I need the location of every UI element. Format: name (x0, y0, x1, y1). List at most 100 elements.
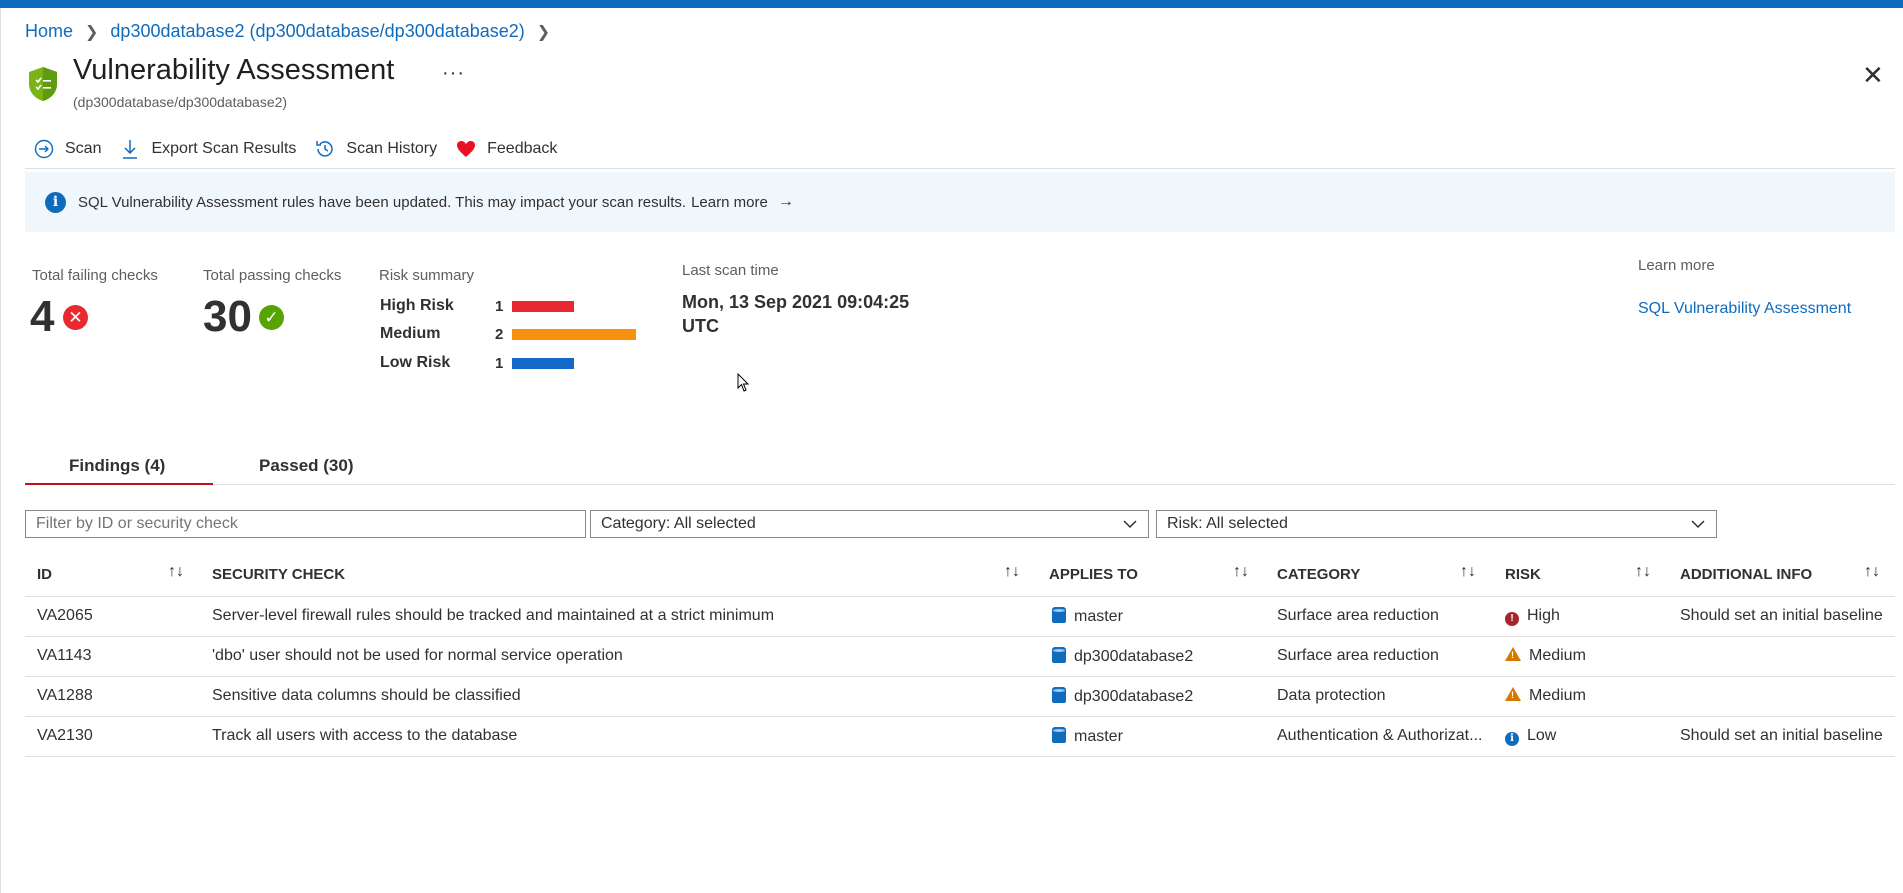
history-icon (314, 138, 336, 160)
category-filter-value: Category: All selected (601, 515, 756, 532)
filter-search-input[interactable] (25, 510, 586, 538)
sql-database-icon (1052, 647, 1066, 663)
feedback-button[interactable]: Feedback (455, 138, 557, 160)
banner-learn-more-link[interactable]: Learn more (691, 194, 768, 211)
feedback-label: Feedback (487, 140, 558, 157)
arrow-right-icon[interactable]: → (778, 193, 794, 211)
info-banner: i SQL Vulnerability Assessment rules hav… (25, 172, 1895, 232)
shield-check-icon (29, 67, 57, 101)
cell-security-check-text: 'dbo' user should not be used for normal… (212, 647, 623, 664)
risk-level-label: High Risk (380, 297, 454, 314)
sort-id-icon[interactable]: ↑↓ (168, 563, 184, 581)
cell-applies-to-text: dp300database2 (1074, 648, 1194, 665)
cell-id-text: VA2130 (37, 727, 93, 744)
tab-findings[interactable]: Findings (4) (25, 456, 213, 485)
failing-checks-count: 4 (30, 292, 55, 341)
cell-risk: ! High (1505, 607, 1560, 626)
cell-security-check: Sensitive data columns should be classif… (212, 687, 521, 705)
more-options-icon[interactable]: ··· (442, 62, 465, 85)
page-subtitle: (dp300database/dp300database2) (73, 94, 288, 110)
scan-label: Scan (65, 140, 102, 157)
last-scan-label: Last scan time (682, 262, 779, 279)
risk-summary-row: High Risk 1 (380, 295, 574, 317)
col-header-risk[interactable]: RISK (1505, 566, 1541, 583)
toolbar-divider (25, 168, 1895, 169)
banner-message: SQL Vulnerability Assessment rules have … (78, 193, 687, 211)
cell-security-check-text: Server-level firewall rules should be tr… (212, 607, 775, 624)
passing-checks-count: 30 (203, 292, 252, 341)
sort-applies-to-icon[interactable]: ↑↓ (1233, 563, 1249, 581)
error-x-icon: ✕ (63, 305, 88, 330)
category-filter-dropdown[interactable]: Category: All selected (590, 510, 1149, 538)
export-label: Export Scan Results (151, 140, 297, 157)
col-header-additional-info[interactable]: ADDITIONAL INFO (1680, 566, 1812, 583)
cell-applies-to-text: master (1074, 728, 1123, 745)
warning-icon: ! (1505, 647, 1521, 661)
cell-risk-text: Low (1527, 727, 1557, 744)
sort-risk-icon[interactable]: ↑↓ (1635, 563, 1651, 581)
cell-category-text: Authentication & Authorizat... (1277, 727, 1483, 744)
cell-additional-info-text: Should set an initial baseline (1680, 607, 1883, 624)
sort-category-icon[interactable]: ↑↓ (1460, 563, 1476, 581)
last-scan-time: Mon, 13 Sep 2021 09:04:25 UTC (682, 292, 910, 336)
warning-icon: ! (1505, 687, 1521, 701)
page-title: Vulnerability Assessment (73, 54, 395, 86)
cell-category: Data protection (1277, 687, 1386, 705)
cell-applies-to-text: dp300database2 (1074, 688, 1194, 705)
result-tabs: Findings (4) Passed (30) (25, 456, 1895, 485)
col-header-applies-to[interactable]: APPLIES TO (1049, 566, 1138, 583)
passing-checks-label: Total passing checks (203, 267, 342, 284)
chevron-right-icon: ❯ (536, 23, 551, 41)
cell-risk: ! Medium (1505, 687, 1586, 705)
export-scan-results-button[interactable]: Export Scan Results (119, 138, 296, 160)
sql-database-icon (1052, 607, 1066, 623)
risk-bar (512, 357, 574, 369)
learn-more-label: Learn more (1638, 257, 1715, 274)
portal-top-bar (0, 0, 1903, 8)
blade-left-edge (0, 8, 1, 893)
cell-security-check-text: Track all users with access to the datab… (212, 727, 518, 744)
sql-va-learn-link[interactable]: SQL Vulnerability Assessment (1638, 300, 1851, 318)
cell-id-text: VA1288 (37, 687, 93, 704)
tab-passed-label: Passed (30) (259, 456, 354, 475)
cell-applies-to: dp300database2 (1052, 687, 1193, 706)
cell-id: VA1288 (37, 687, 93, 705)
cell-additional-info: Should set an initial baseline (1680, 727, 1883, 745)
breadcrumb-resource[interactable]: dp300database2 (dp300database/dp300datab… (110, 21, 524, 42)
risk-level-label: Medium (380, 325, 441, 342)
risk-bar (512, 328, 636, 340)
check-circle-icon: ✓ (259, 305, 284, 330)
scan-button[interactable]: Scan (33, 138, 101, 160)
cell-applies-to-text: master (1074, 608, 1123, 625)
col-header-category[interactable]: CATEGORY (1277, 566, 1360, 583)
cell-risk: ! Medium (1505, 647, 1586, 665)
sort-additional-info-icon[interactable]: ↑↓ (1864, 563, 1880, 581)
info-icon: i (1505, 731, 1519, 746)
chevron-right-icon: ❯ (85, 23, 99, 41)
risk-bar (512, 300, 574, 312)
close-icon[interactable]: ✕ (1862, 60, 1884, 91)
history-label: Scan History (346, 140, 438, 157)
col-header-security-check[interactable]: SECURITY CHECK (212, 566, 345, 583)
cell-category: Authentication & Authorizat... (1277, 727, 1482, 745)
failing-checks-label: Total failing checks (32, 267, 158, 284)
info-icon: i (45, 191, 66, 213)
sql-database-icon (1052, 727, 1066, 743)
cell-category: Surface area reduction (1277, 647, 1439, 665)
chevron-down-icon (1690, 516, 1706, 535)
risk-summary-row: Low Risk 1 (380, 352, 574, 374)
sql-database-icon (1052, 687, 1066, 703)
risk-filter-dropdown[interactable]: Risk: All selected (1156, 510, 1717, 538)
scan-history-button[interactable]: Scan History (314, 138, 437, 160)
breadcrumb-home[interactable]: Home (25, 21, 73, 42)
risk-level-count: 1 (495, 354, 504, 372)
cell-additional-info-text: Should set an initial baseline (1680, 727, 1883, 744)
cell-security-check: 'dbo' user should not be used for normal… (212, 647, 623, 665)
col-header-id[interactable]: ID (37, 566, 52, 583)
cell-risk-text: Medium (1529, 687, 1586, 704)
tab-passed[interactable]: Passed (30) (259, 456, 354, 484)
sort-security-check-icon[interactable]: ↑↓ (1004, 563, 1020, 581)
cell-id: VA1143 (37, 647, 92, 665)
risk-level-count: 1 (495, 297, 504, 315)
cell-security-check-text: Sensitive data columns should be classif… (212, 687, 521, 704)
